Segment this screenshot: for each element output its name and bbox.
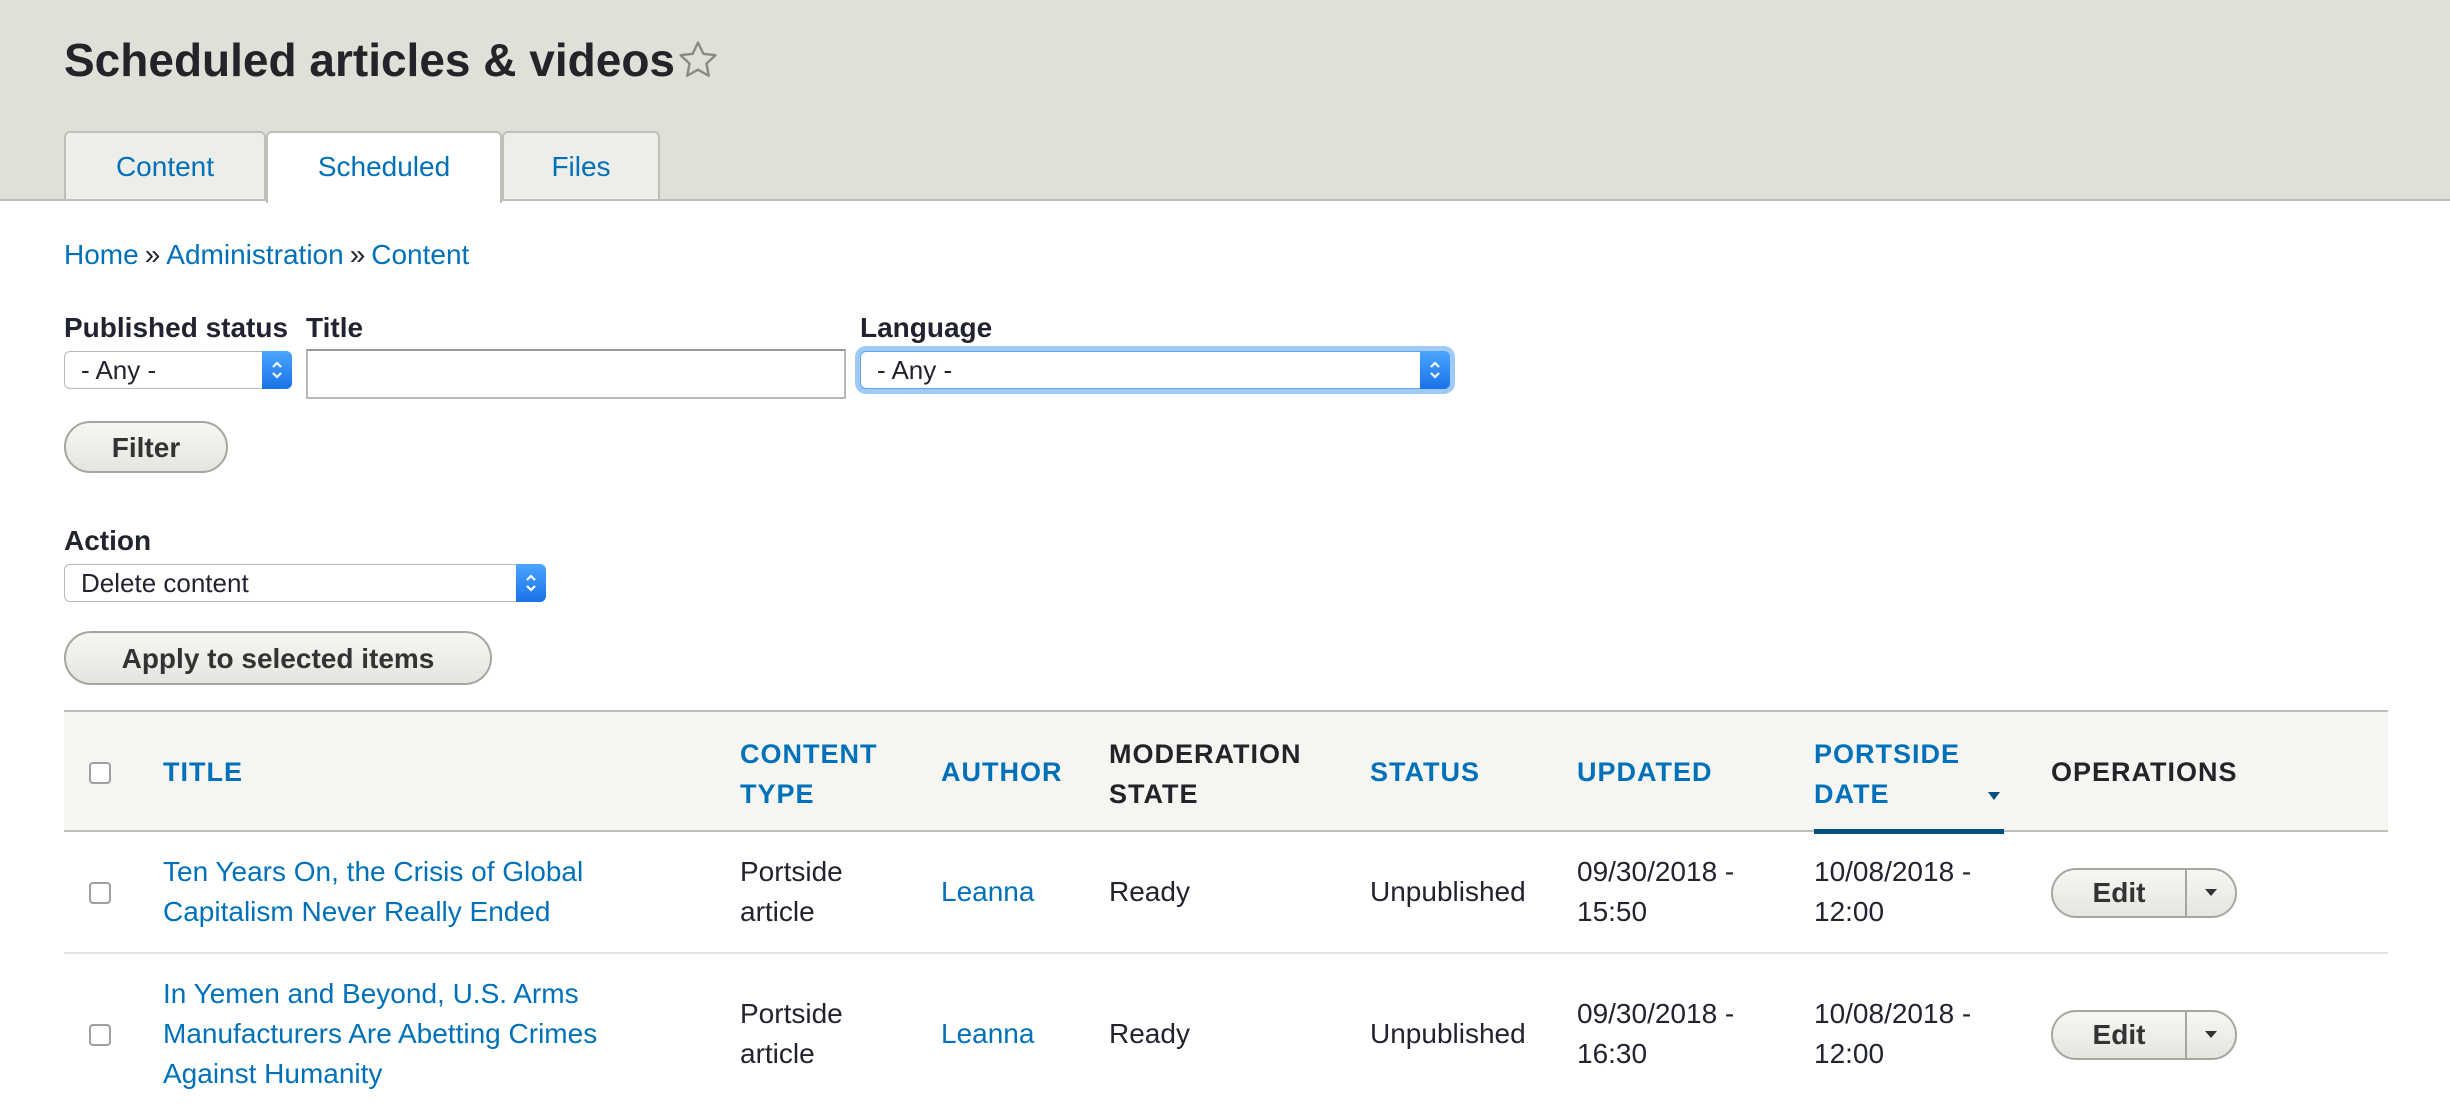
select-arrows-icon (1420, 351, 1450, 389)
select-arrows-icon (516, 564, 546, 602)
breadcrumb-content[interactable]: Content (371, 239, 469, 270)
language-label: Language (860, 312, 993, 343)
row-title-line: Manufacturers Are Abetting Crimes (163, 1018, 598, 1049)
row-title-line: In Yemen and Beyond, U.S. Arms (163, 978, 579, 1009)
caret-down-icon (2205, 889, 2217, 896)
column-moderation-state-line: MODERATION (1109, 739, 1302, 769)
table-row: In Yemen and Beyond, U.S. Arms Manufactu… (64, 954, 2388, 1114)
filter-button[interactable]: Filter (64, 421, 228, 473)
row-updated: 09/30/2018 - 15:50 (1577, 852, 1734, 932)
column-content-type-line: CONTENT (740, 739, 878, 769)
row-title-link[interactable]: In Yemen and Beyond, U.S. Arms Manufactu… (163, 974, 597, 1094)
row-content-type-line: Portside (740, 998, 843, 1029)
row-content-type: Portside article (740, 852, 843, 932)
action-label: Action (64, 525, 152, 556)
row-content-type-line: Portside (740, 856, 843, 887)
table-row: Ten Years On, the Crisis of Global Capit… (64, 832, 2388, 954)
select-all-checkbox[interactable] (89, 762, 111, 784)
action-select[interactable]: Delete content (64, 564, 546, 602)
row-updated-line: 16:30 (1577, 1038, 1648, 1069)
published-status-select[interactable]: - Any - (64, 351, 292, 389)
sort-desc-icon (1988, 792, 2000, 800)
row-status: Unpublished (1370, 1018, 1526, 1049)
row-content-type: Portside article (740, 994, 843, 1074)
row-author-link[interactable]: Leanna (941, 1014, 1034, 1054)
published-status-value: - Any - (81, 355, 157, 385)
row-title-line: Capitalism Never Really Ended (163, 896, 551, 927)
row-content-type-line: article (740, 1038, 815, 1069)
column-moderation-state: MODERATION STATE (1109, 734, 1302, 814)
column-status[interactable]: STATUS (1370, 752, 1480, 792)
breadcrumb-separator: » (349, 239, 366, 270)
row-status: Unpublished (1370, 876, 1526, 907)
select-arrows-icon (262, 351, 292, 389)
row-portside-date-line: 10/08/2018 - (1814, 998, 1972, 1029)
row-portside-date-line: 12:00 (1814, 896, 1885, 927)
operations-dropbutton: Edit (2051, 868, 2237, 918)
caret-down-icon (2205, 1031, 2217, 1038)
row-portside-date: 10/08/2018 - 12:00 (1814, 852, 1971, 932)
column-content-type[interactable]: CONTENT TYPE (740, 734, 878, 814)
row-checkbox[interactable] (89, 882, 111, 904)
operations-dropbutton: Edit (2051, 1010, 2237, 1060)
tab-scheduled[interactable]: Scheduled (266, 131, 502, 203)
published-status-label: Published status (64, 312, 289, 343)
row-updated-line: 15:50 (1577, 896, 1648, 927)
breadcrumb: Home» Administration» Content (64, 238, 469, 272)
apply-to-selected-button[interactable]: Apply to selected items (64, 631, 492, 685)
row-portside-date: 10/08/2018 - 12:00 (1814, 994, 1971, 1074)
column-updated[interactable]: UPDATED (1577, 752, 1713, 792)
title-filter-label: Title (306, 312, 364, 343)
language-select[interactable]: - Any - (860, 351, 1450, 389)
title-filter-input[interactable] (306, 349, 846, 399)
row-updated-line: 09/30/2018 - (1577, 998, 1735, 1029)
row-author-link[interactable]: Leanna (941, 872, 1034, 912)
tab-content[interactable]: Content (64, 131, 266, 199)
edit-button[interactable]: Edit (2053, 1012, 2187, 1058)
breadcrumb-home[interactable]: Home (64, 239, 139, 270)
row-updated: 09/30/2018 - 16:30 (1577, 994, 1734, 1074)
breadcrumb-administration[interactable]: Administration (166, 239, 343, 270)
edit-button[interactable]: Edit (2053, 870, 2187, 916)
row-updated-line: 09/30/2018 - (1577, 856, 1735, 887)
column-portside-date[interactable]: PORTSIDE DATE (1814, 734, 1960, 814)
language-value: - Any - (877, 355, 953, 385)
action-value: Delete content (81, 568, 249, 598)
tab-files[interactable]: Files (502, 131, 660, 199)
operations-toggle[interactable] (2187, 1012, 2235, 1058)
operations-toggle[interactable] (2187, 870, 2235, 916)
row-title-line: Against Humanity (163, 1058, 383, 1089)
row-content-type-line: article (740, 896, 815, 927)
row-checkbox[interactable] (89, 1024, 111, 1046)
column-operations: OPERATIONS (2051, 757, 2238, 787)
page-title: Scheduled articles & videos (64, 34, 676, 86)
table-header: TITLE CONTENT TYPE AUTHOR MODERATION STA… (64, 710, 2388, 834)
column-author[interactable]: AUTHOR (941, 752, 1063, 792)
column-moderation-state-line: STATE (1109, 779, 1199, 809)
page-header: Scheduled articles & videos Content Sche… (0, 0, 2450, 203)
star-outline-icon[interactable] (676, 38, 720, 82)
breadcrumb-separator: » (144, 239, 161, 270)
column-portside-date-line: DATE (1814, 779, 1890, 809)
row-moderation-state: Ready (1109, 1018, 1190, 1049)
column-title[interactable]: TITLE (163, 752, 243, 792)
column-content-type-line: TYPE (740, 779, 815, 809)
column-portside-date-line: PORTSIDE (1814, 739, 1961, 769)
row-portside-date-line: 12:00 (1814, 1038, 1885, 1069)
row-title-line: Ten Years On, the Crisis of Global (163, 856, 584, 887)
row-portside-date-line: 10/08/2018 - (1814, 856, 1972, 887)
row-title-link[interactable]: Ten Years On, the Crisis of Global Capit… (163, 852, 583, 932)
row-moderation-state: Ready (1109, 876, 1190, 907)
